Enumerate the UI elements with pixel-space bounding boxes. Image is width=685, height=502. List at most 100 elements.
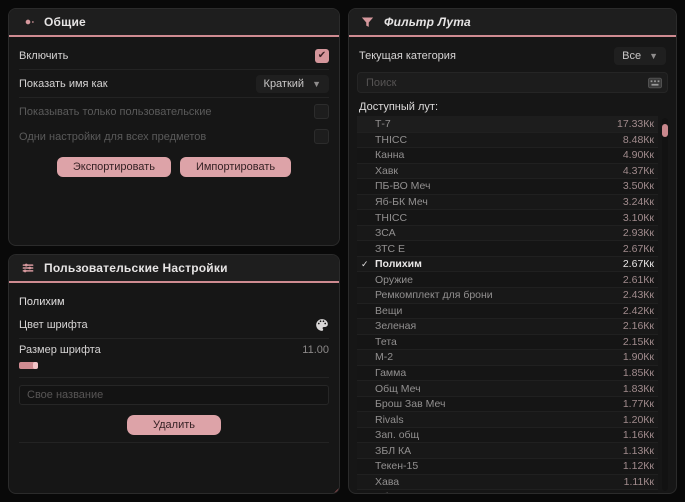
only-custom-checkbox[interactable] [314,104,329,119]
panel-custom-header: Пользовательские Настройки [9,255,339,283]
list-item-value: 1.13Кк [622,444,654,457]
list-item-value: 2.43Кк [622,289,654,302]
divider [19,97,329,98]
panel-general: Общие Включить ✔ Показать имя как Кратки… [8,8,340,246]
scrollbar[interactable] [662,118,668,491]
list-item-value: 1.11Кк [623,475,654,488]
list-item-value: 2.15Кк [622,335,654,348]
list-item-name: Зап. общ [375,429,420,442]
list-item-value: 4.90Кк [622,149,654,162]
list-item-name: Rivals [375,413,404,426]
list-item-name: ЗСА [375,227,396,240]
divider [19,69,329,70]
delete-row: Удалить [19,415,329,435]
list-item[interactable]: ✓ Общ Меч 1.83Кк [357,380,658,396]
delete-button[interactable]: Удалить [127,415,221,435]
list-item-name: ПБ-ВО Меч [375,180,431,193]
list-item-value: 17.33Кк [617,117,654,130]
list-item[interactable]: ✓ ПБ-ВО Меч 3.50Кк [357,178,658,194]
font-color-label: Цвет шрифта [19,318,88,331]
list-item-name: Хава [375,475,400,488]
panel-custom-body: Полихим Цвет шрифта Размер шрифта 11.00 [9,283,339,450]
list-item[interactable]: ✓ Хавк 4.37Кк [357,162,658,179]
scrollbar-thumb[interactable] [662,124,668,137]
font-size-slider[interactable] [19,362,329,370]
app-window: Общие Включить ✔ Показать имя как Кратки… [0,0,685,502]
list-item-name: Яб-ПКПМ Меч [373,491,623,493]
panel-general-header: Общие [9,9,339,37]
list-item-name: Канна [375,149,405,162]
import-button[interactable]: Импортировать [179,157,292,177]
category-combo[interactable]: Все ▼ [614,47,666,65]
list-item[interactable]: ✓ Брош Зав Меч 1.77Кк [357,395,658,412]
virtual-keyboard-icon[interactable] [648,76,662,94]
list-item[interactable]: ✓ Текен-15 1.12Кк [357,458,658,474]
slider-grab[interactable] [33,362,38,369]
selected-item-name: Полихим [19,296,65,308]
chevron-down-icon: ▼ [312,78,321,89]
chevron-down-icon: ▼ [649,51,658,61]
category-label: Текущая категория [359,50,456,62]
list-item[interactable]: ✓ Тета 2.15Кк [357,333,658,350]
list-item[interactable]: ✓ Вещи 2.42Кк [357,302,658,319]
font-size-row: Размер шрифта 11.00 [19,340,329,360]
list-item[interactable]: ✓ ЗТС Е 2.67Кк [357,240,658,256]
font-color-row: Цвет шрифта [19,312,329,337]
enable-checkbox[interactable]: ✔ [315,48,329,63]
list-item[interactable]: ✓ Т-7 17.33Кк [357,116,658,132]
list-item-value: 2.67Кк [622,242,654,255]
right-column: Фильтр Лута Текущая категория Все ▼ Поис… [348,8,677,494]
list-item-value: 2.61Кк [622,273,654,286]
panel-loot-filter: Фильтр Лута Текущая категория Все ▼ Поис… [348,8,677,494]
list-item-name: Т-7 [375,117,391,130]
list-item[interactable]: ✓ Яб-БК Меч 3.24Кк [357,193,658,210]
list-item-name: Вещи [375,304,403,317]
custom-name-input[interactable] [19,385,329,405]
list-item-name: Брош Зав Меч [375,398,446,411]
panel-filter-title: Фильтр Лута [384,15,471,29]
palette-icon[interactable] [315,318,329,332]
panel-filter-body: Текущая категория Все ▼ Поиск Доступный … [349,37,676,493]
list-item-name: Гамма [375,367,407,380]
list-item[interactable]: ✓ ЗСА 2.93Кк [357,224,658,241]
same-settings-checkbox[interactable] [314,129,329,144]
divider [19,377,329,378]
loot-list-wrap: ✓ Т-7 17.33Кк ✓ THICC 8.48Кк ✓ Канна 4.9… [357,116,668,493]
list-item[interactable]: ✓ Яб-ПКПМ Меч 1.10Кк [357,489,658,493]
list-item-value: 1.12Кк [622,460,654,473]
show-name-row: Показать имя как Краткий ▼ [19,71,329,96]
list-item[interactable]: ✓ Хава 1.11Кк [357,473,658,490]
same-settings-row: Одни настройки для всех предметов [19,124,329,149]
search-input[interactable] [357,72,668,93]
list-item-name: Полихим [375,258,422,271]
list-item[interactable]: ✓ Зеленая 2.16Кк [357,318,658,334]
resize-grip[interactable] [333,487,339,493]
only-custom-row: Показывать только пользовательские [19,99,329,124]
list-item[interactable]: ✓ Зап. общ 1.16Кк [357,426,658,443]
list-item-name: Ремкомплект для брони [375,289,493,302]
list-item[interactable]: ✓ Оружие 2.61Кк [357,271,658,288]
divider [19,338,329,339]
list-item-name: Общ Меч [375,382,421,395]
category-row: Текущая категория Все ▼ [357,43,668,69]
list-item[interactable]: ✓ Полихим 2.67Кк [357,255,658,272]
list-item[interactable]: ✓ Rivals 1.20Кк [357,411,658,427]
list-item-value: 4.37Кк [622,164,654,177]
list-item[interactable]: ✓ THICC 3.10Кк [357,209,658,225]
enable-label: Включить [19,49,69,62]
list-item[interactable]: ✓ М-2 1.90Кк [357,349,658,365]
list-item[interactable]: ✓ ЗБЛ КА 1.13Кк [357,442,658,459]
category-combo-value: Все [622,50,642,62]
list-item[interactable]: ✓ Канна 4.90Кк [357,147,658,163]
list-item[interactable]: ✓ Ремкомплект для брони 2.43Кк [357,287,658,303]
list-item-value: 3.10Кк [622,211,654,224]
list-item[interactable]: ✓ THICC 8.48Кк [357,131,658,148]
list-item-value: 1.20Кк [622,413,654,426]
panel-custom-settings: Пользовательские Настройки Полихим Цвет … [8,254,340,494]
show-name-combo[interactable]: Краткий ▼ [255,74,329,93]
list-item-name: THICC [375,133,408,146]
list-item[interactable]: ✓ Гамма 1.85Кк [357,364,658,381]
list-item-value: 2.16Кк [622,320,654,333]
same-settings-label: Одни настройки для всех предметов [19,130,207,143]
export-button[interactable]: Экспортировать [56,157,171,177]
